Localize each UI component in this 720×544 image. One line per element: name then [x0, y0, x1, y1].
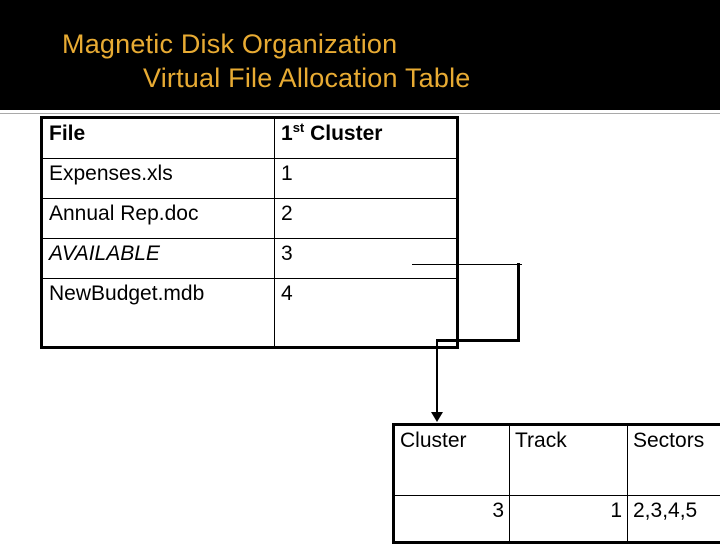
- table-row: AVAILABLE 3: [42, 239, 458, 279]
- column-header-file: File: [42, 118, 275, 159]
- table-row: NewBudget.mdb 4: [42, 279, 458, 348]
- table-row: Expenses.xls 1: [42, 159, 458, 199]
- connector-vertical-segment-left: [436, 339, 438, 417]
- connector-horizontal-segment: [436, 339, 520, 342]
- cluster-value-cell: 3: [394, 496, 510, 543]
- table-row: Annual Rep.doc 2: [42, 199, 458, 239]
- file-name-cell: Expenses.xls: [42, 159, 275, 199]
- connector-thin-horizontal-segment: [412, 264, 522, 265]
- file-name-cell: Annual Rep.doc: [42, 199, 275, 239]
- column-header-first-cluster: 1st Cluster: [275, 118, 458, 159]
- virtual-file-allocation-table: File 1st Cluster Expenses.xls 1 Annual R…: [40, 116, 459, 349]
- column-header-cluster: Cluster: [394, 425, 510, 496]
- first-cluster-cell: 2: [275, 199, 458, 239]
- first-cluster-ordinal-suffix: st: [293, 120, 305, 135]
- connector-arrowhead-icon: [431, 412, 443, 422]
- column-header-sectors: Sectors: [628, 425, 720, 496]
- first-cluster-label: Cluster: [304, 122, 382, 145]
- page-title-line-2: Virtual File Allocation Table: [143, 62, 471, 94]
- first-cluster-cell: 3: [275, 239, 458, 279]
- file-name-cell: AVAILABLE: [42, 239, 275, 279]
- banner-divider-rule: [0, 113, 720, 114]
- connector-vertical-segment-right: [517, 263, 520, 342]
- first-cluster-cell: 1: [275, 159, 458, 199]
- track-value-cell: 1: [510, 496, 628, 543]
- cluster-location-table: Cluster Track Sectors 3 1 2,3,4,5: [392, 423, 720, 544]
- table-header-row: Cluster Track Sectors: [394, 425, 720, 496]
- sectors-value-cell: 2,3,4,5: [628, 496, 720, 543]
- table-header-row: File 1st Cluster: [42, 118, 458, 159]
- first-cluster-cell: 4: [275, 279, 458, 348]
- page-title-line-1: Magnetic Disk Organization: [62, 28, 397, 60]
- title-banner: Magnetic Disk Organization Virtual File …: [0, 0, 720, 110]
- first-cluster-number: 1: [281, 122, 293, 145]
- table-row: 3 1 2,3,4,5: [394, 496, 720, 543]
- file-name-cell: NewBudget.mdb: [42, 279, 275, 348]
- column-header-track: Track: [510, 425, 628, 496]
